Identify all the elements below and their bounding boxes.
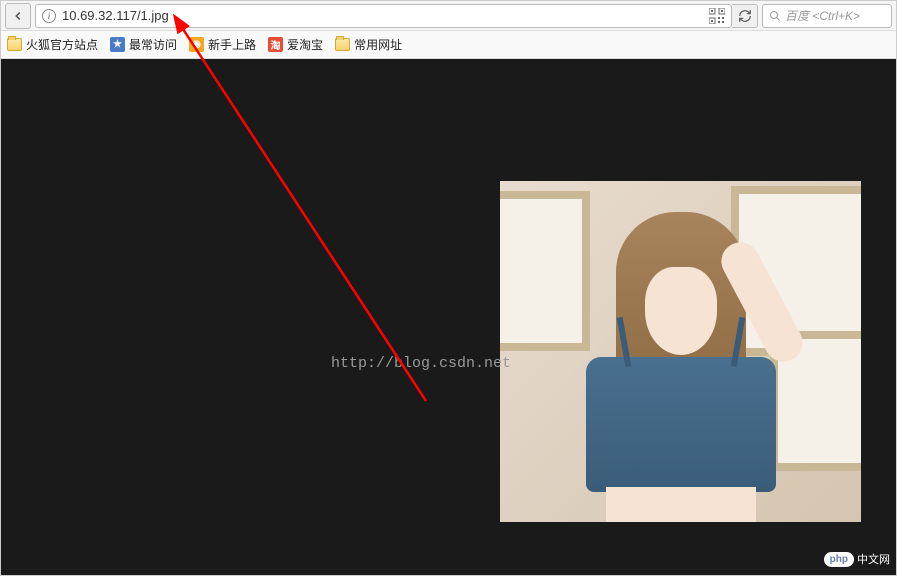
search-input[interactable]: 百度 <Ctrl+K> [762, 4, 892, 28]
cn-text: 中文网 [857, 551, 890, 567]
bookmark-label: 火狐官方站点 [26, 36, 98, 53]
figure [551, 202, 811, 522]
url-text: 10.69.32.117/1.jpg [62, 8, 703, 23]
taobao-icon: 淘 [268, 37, 283, 52]
displayed-image [500, 181, 861, 522]
reload-icon [738, 9, 752, 23]
content-area: http://blog.csdn.net [1, 59, 896, 575]
qr-code-icon[interactable] [709, 8, 725, 24]
arrow-left-icon [11, 9, 25, 23]
url-bar: i 10.69.32.117/1.jpg 百度 <Ctrl+K> [1, 1, 896, 31]
address-input[interactable]: i 10.69.32.117/1.jpg [35, 4, 732, 28]
site-info-icon[interactable]: i [42, 9, 56, 23]
corner-watermark: php 中文网 [824, 551, 890, 567]
bookmark-common-sites[interactable]: 常用网址 [335, 36, 402, 53]
folder-icon [335, 38, 350, 51]
bookmark-getting-started[interactable]: ◉ 新手上路 [189, 36, 256, 53]
back-button[interactable] [5, 3, 31, 29]
search-placeholder: 百度 <Ctrl+K> [785, 7, 860, 24]
bookmark-label: 新手上路 [208, 36, 256, 53]
magnifier-icon [769, 10, 781, 22]
php-badge: php [824, 552, 854, 567]
bookmark-label: 常用网址 [354, 36, 402, 53]
bookmarks-bar: 火狐官方站点 ★ 最常访问 ◉ 新手上路 淘 爱淘宝 常用网址 [1, 31, 896, 59]
globe-icon: ◉ [189, 37, 204, 52]
bookmark-label: 最常访问 [129, 36, 177, 53]
bookmark-most-visited[interactable]: ★ 最常访问 [110, 36, 177, 53]
bookmark-taobao[interactable]: 淘 爱淘宝 [268, 36, 323, 53]
reload-button[interactable] [732, 4, 758, 28]
bookmark-firefox-official[interactable]: 火狐官方站点 [7, 36, 98, 53]
folder-icon [7, 38, 22, 51]
star-icon: ★ [110, 37, 125, 52]
blog-watermark: http://blog.csdn.net [331, 355, 511, 372]
bookmark-label: 爱淘宝 [287, 36, 323, 53]
